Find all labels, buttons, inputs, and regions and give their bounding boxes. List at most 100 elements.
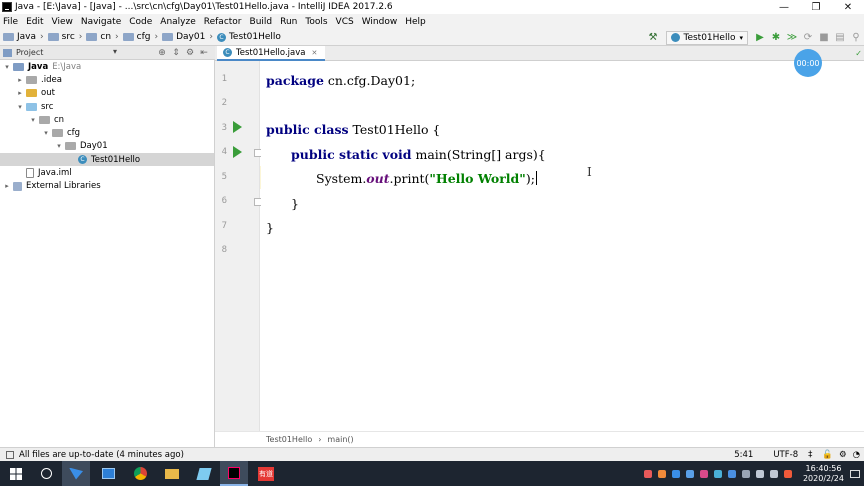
nav-crumb-label: Day01 xyxy=(176,32,206,42)
tool-windows-icon[interactable] xyxy=(6,450,14,459)
taskbar-intellij[interactable] xyxy=(220,461,248,486)
nav-crumb-label: cn xyxy=(100,32,112,42)
tree-item[interactable]: ▸ out xyxy=(0,87,214,100)
nav-crumb-project[interactable]: Java › xyxy=(3,32,44,42)
cursor-position[interactable]: 5:41 xyxy=(734,450,753,460)
close-icon[interactable]: ✕ xyxy=(311,49,317,57)
menu-build[interactable]: Build xyxy=(250,17,273,27)
build-hammer-icon[interactable]: ⚒ xyxy=(648,32,658,43)
menu-edit[interactable]: Edit xyxy=(26,17,43,27)
search-icon[interactable]: ⚲ xyxy=(848,31,864,45)
nav-crumb-class[interactable]: C Test01Hello xyxy=(216,32,281,42)
hide-panel-icon[interactable]: ⇤ xyxy=(197,46,211,60)
nav-crumb-day01[interactable]: Day01 › xyxy=(162,32,213,42)
project-tree: ▾ Java E:\Java ▸ .idea ▸ out ▾ src ▾ cn ▾ cfg ▾ Day01 C… xyxy=(0,60,215,447)
project-structure-icon[interactable]: ▤ xyxy=(832,31,848,45)
tray-app-icon[interactable] xyxy=(741,469,750,478)
tree-item[interactable]: ▾ Java E:\Java xyxy=(0,60,214,73)
coverage-icon[interactable]: ≫ xyxy=(784,31,800,45)
line-number: 3 xyxy=(221,123,227,133)
project-panel-title[interactable]: Project xyxy=(16,48,43,57)
nav-crumb-cn[interactable]: cn › xyxy=(86,32,119,42)
taskbar-chrome[interactable] xyxy=(126,461,154,486)
menu-help[interactable]: Help xyxy=(405,17,426,27)
debug-icon[interactable]: ✱ xyxy=(768,31,784,45)
taskbar-clock[interactable]: 16:40:56 2020/2/24 xyxy=(803,464,844,484)
menu-vcs[interactable]: VCS xyxy=(336,17,354,27)
tray-app-icon[interactable] xyxy=(643,469,652,478)
tree-item[interactable]: ▸ External Libraries xyxy=(0,180,214,193)
chevron-down-icon[interactable]: ▾ xyxy=(3,63,11,71)
start-button[interactable] xyxy=(0,461,32,486)
chevron-right-icon[interactable]: ▸ xyxy=(16,89,24,97)
tray-app-icon[interactable] xyxy=(657,469,666,478)
search-button[interactable] xyxy=(32,461,60,486)
tree-item[interactable]: C Test01Hello xyxy=(0,153,214,167)
menu-tools[interactable]: Tools xyxy=(305,17,327,27)
chevron-down-icon[interactable]: ▾ xyxy=(16,103,24,111)
run-config-select[interactable]: Test01Hello ▾ xyxy=(666,30,748,45)
tab-test01hello[interactable]: C Test01Hello.java ✕ xyxy=(217,46,326,61)
lock-icon[interactable]: 🔓 xyxy=(822,450,833,460)
tree-item[interactable]: ▾ cn xyxy=(0,113,214,126)
notification-icon[interactable] xyxy=(850,469,860,478)
tree-item-label: Java xyxy=(28,61,49,72)
chevron-down-icon[interactable]: ▾ xyxy=(113,47,117,56)
tree-item[interactable]: ▾ src xyxy=(0,100,214,113)
scroll-from-source-icon[interactable]: ⊕ xyxy=(155,46,169,60)
tray-app-icon[interactable] xyxy=(671,469,680,478)
menu-run[interactable]: Run xyxy=(280,17,297,27)
collapse-all-icon[interactable]: ⇕ xyxy=(169,46,183,60)
tree-item[interactable]: Java.iml xyxy=(0,166,214,179)
chevron-down-icon[interactable]: ▾ xyxy=(55,142,63,150)
menu-file[interactable]: File xyxy=(3,17,18,27)
minimize-button[interactable]: — xyxy=(768,0,800,14)
ime-icon[interactable] xyxy=(783,469,792,478)
menu-window[interactable]: Window xyxy=(362,17,398,27)
recording-timer[interactable]: 00:00 xyxy=(794,49,822,77)
taskbar-youdao[interactable]: 有道 xyxy=(252,461,280,486)
taskbar-app-3[interactable] xyxy=(190,461,218,486)
folder-icon xyxy=(162,33,174,41)
stop-icon[interactable]: ■ xyxy=(816,31,832,45)
run-class-icon[interactable] xyxy=(233,121,242,133)
run-icon[interactable]: ▶ xyxy=(752,31,768,45)
gear-icon[interactable]: ⚙ xyxy=(183,46,197,60)
menu-code[interactable]: Code xyxy=(129,17,152,27)
chevron-down-icon[interactable]: ▾ xyxy=(42,129,50,137)
chevron-right-icon: › xyxy=(40,32,44,42)
maximize-button[interactable]: ❐ xyxy=(800,0,832,14)
breadcrumb-class[interactable]: Test01Hello xyxy=(266,435,312,444)
taskbar-explorer[interactable] xyxy=(158,461,186,486)
network-icon[interactable] xyxy=(755,469,764,478)
run-method-icon[interactable] xyxy=(233,146,242,158)
breadcrumb-method[interactable]: main() xyxy=(327,435,353,444)
tree-item[interactable]: ▾ cfg xyxy=(0,126,214,139)
tray-app-icon[interactable] xyxy=(727,469,736,478)
tray-app-icon[interactable] xyxy=(713,469,722,478)
close-button[interactable]: ✕ xyxy=(832,0,864,14)
chevron-down-icon[interactable]: ▾ xyxy=(29,116,37,124)
tray-app-icon[interactable] xyxy=(699,469,708,478)
chevron-right-icon[interactable]: ▸ xyxy=(3,182,11,190)
chevron-right-icon[interactable]: ▸ xyxy=(16,76,24,84)
tray-app-icon[interactable] xyxy=(685,469,694,478)
tree-item[interactable]: ▾ Day01 xyxy=(0,140,214,153)
file-encoding[interactable]: UTF-8 ‡ xyxy=(763,450,812,460)
nav-crumb-cfg[interactable]: cfg › xyxy=(122,32,158,42)
code-editor[interactable]: package cn.cfg.Day01; public class Test0… xyxy=(261,61,864,431)
taskbar-app-2[interactable] xyxy=(94,461,122,486)
tree-item[interactable]: ▸ .idea xyxy=(0,73,214,86)
line-number: 1 xyxy=(221,74,227,84)
volume-icon[interactable] xyxy=(769,469,778,478)
menu-view[interactable]: View xyxy=(52,17,73,27)
nav-crumb-src[interactable]: src › xyxy=(47,32,82,42)
menu-navigate[interactable]: Navigate xyxy=(81,17,121,27)
taskbar-app-1[interactable] xyxy=(62,461,90,486)
event-log-icon[interactable]: ◔ xyxy=(853,450,860,460)
project-panel-tools: ⊕ ⇕ ⚙ ⇤ xyxy=(155,46,211,60)
menu-refactor[interactable]: Refactor xyxy=(204,17,242,27)
menu-analyze[interactable]: Analyze xyxy=(160,17,195,27)
editor-breadcrumb: Test01Hello › main() xyxy=(215,431,864,447)
profile-icon[interactable]: ⟳ xyxy=(800,31,816,45)
